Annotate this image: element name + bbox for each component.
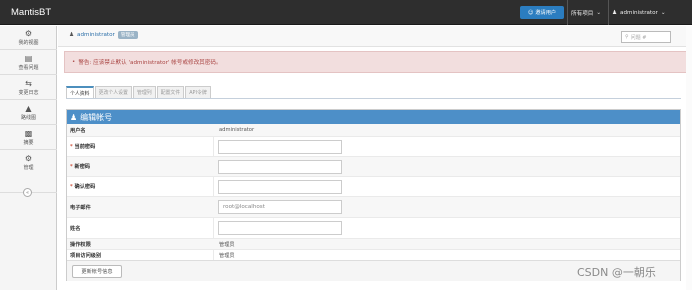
required-marker: *: [70, 144, 73, 150]
dashboard-icon: ⚙: [24, 28, 33, 38]
new-password-field[interactable]: [218, 159, 342, 174]
chevron-left-icon: «: [25, 189, 30, 196]
retweet-icon: ⇆: [25, 78, 32, 88]
tab-profiles[interactable]: 配置文件: [156, 86, 185, 98]
edit-account-form: ♟ 编辑帐号 用户名 administrator * 当前密码 * 新密码 * …: [66, 109, 681, 281]
confirm-password-label-text: 确认密码: [74, 184, 96, 190]
tab-manage-columns[interactable]: 管理列: [132, 86, 156, 98]
sidebar-item-label: 路线图: [20, 114, 36, 121]
current-password-field[interactable]: [218, 139, 342, 154]
form-header: ♟ 编辑帐号: [67, 110, 680, 124]
tab-api-tokens[interactable]: API令牌: [185, 86, 211, 98]
sidebar-item-roadmap[interactable]: ▲ 路线图: [0, 101, 57, 123]
sidebar-divider: [0, 99, 57, 100]
sidebar-item-my-view[interactable]: ⚙ 我的视图: [0, 26, 57, 48]
invite-user-label: 邀请用户: [535, 10, 557, 16]
sidebar-item-manage[interactable]: ⚙ 管理: [0, 151, 57, 173]
watermark: CSDN @一朝乐: [577, 266, 656, 279]
role-badge: 管理员: [117, 31, 138, 39]
sidebar-item-label: 查看问题: [18, 64, 39, 71]
form-row-email: 电子邮件 root@localhost: [67, 197, 680, 217]
sidebar-item-view-issues[interactable]: ▤ 查看问题: [0, 51, 57, 73]
access-level-value: 管理员: [219, 241, 235, 248]
user-menu[interactable]: ♟ administrator ⌄: [612, 0, 666, 25]
current-password-label-text: 当前密码: [74, 144, 96, 150]
chevron-down-icon: ⌄: [660, 9, 666, 16]
top-navbar: MantisBT ☺ 邀请用户 所有项目 ⌄ ♟ administrator ⌄: [0, 0, 692, 25]
form-row-realname: 姓名: [67, 218, 680, 238]
project-selector-label: 所有项目: [571, 10, 594, 17]
breadcrumb-user[interactable]: ♟ administrator 管理员: [69, 31, 138, 39]
search-icon: ⚲: [625, 34, 629, 40]
form-row-project-access-level: 项目访问级别 管理员: [67, 250, 680, 260]
required-marker: *: [70, 164, 73, 170]
realname-label: 姓名: [70, 225, 81, 232]
tabs-underline: [66, 98, 681, 99]
confirm-password-label: * 确认密码: [70, 183, 95, 190]
user-icon: ♟: [69, 32, 75, 38]
brand-logo[interactable]: MantisBT: [11, 7, 51, 18]
new-password-label-text: 新密码: [74, 164, 91, 170]
navbar-divider: [567, 0, 568, 25]
email-label: 电子邮件: [70, 204, 91, 211]
bullet-icon: •: [72, 59, 76, 65]
sidebar-item-summary[interactable]: ▩ 摘要: [0, 126, 57, 148]
sidebar-collapse-button[interactable]: «: [23, 188, 32, 197]
user-menu-label: administrator: [620, 9, 658, 16]
search-placeholder: 问题 #: [630, 34, 647, 41]
email-field[interactable]: root@localhost: [218, 200, 342, 214]
current-password-label: * 当前密码: [70, 143, 95, 150]
chevron-down-icon: ⌄: [596, 9, 602, 16]
invite-user-button[interactable]: ☺ 邀请用户: [520, 6, 564, 19]
project-access-level-label: 项目访问级别: [70, 252, 102, 259]
required-marker: *: [70, 184, 73, 190]
breadcrumb: ♟ administrator 管理员 ⚲ 问题 #: [58, 26, 692, 47]
form-title: 编辑帐号: [80, 112, 113, 122]
tab-preferences[interactable]: 更改个人设置: [94, 86, 132, 98]
project-selector[interactable]: 所有项目 ⌄: [571, 0, 601, 25]
form-row-confirm-password: * 确认密码: [67, 177, 680, 196]
warning-alert: • 警告: 应该禁止默认 'administrator' 帐号或修改其密码。: [64, 51, 692, 73]
form-row-new-password: * 新密码: [67, 157, 680, 176]
sidebar-divider: [0, 49, 57, 50]
sidebar-divider: [0, 124, 57, 125]
username-label: 用户名: [70, 127, 86, 134]
confirm-password-field[interactable]: [218, 179, 342, 194]
sidebar-item-label: 我的视图: [18, 39, 39, 46]
sidebar-divider: [0, 149, 57, 150]
tab-profile[interactable]: 个人资料: [66, 86, 94, 98]
sidebar-item-label: 变更日志: [18, 89, 39, 96]
warning-text: 警告: 应该禁止默认 'administrator' 帐号或修改其密码。: [78, 60, 222, 66]
access-level-label: 操作权限: [70, 241, 91, 248]
account-tabs: 个人资料 更改个人设置 管理列 配置文件 API令牌: [66, 86, 212, 98]
form-row-username: 用户名 administrator: [67, 124, 680, 136]
road-icon: ▲: [25, 103, 32, 113]
form-row-access-level: 操作权限 管理员: [67, 239, 680, 249]
user-icon: ♟: [612, 9, 618, 16]
navbar-divider: [608, 0, 609, 25]
issue-search-input[interactable]: ⚲ 问题 #: [621, 31, 671, 43]
user-icon: ♟: [70, 112, 78, 122]
update-account-button[interactable]: 更新帐号信息: [72, 265, 122, 278]
user-plus-icon: ☺: [527, 9, 534, 16]
gears-icon: ⚙: [24, 153, 33, 163]
sidebar-item-label: 管理: [23, 164, 34, 171]
new-password-label: * 新密码: [70, 163, 90, 170]
sidebar-item-changelog[interactable]: ⇆ 变更日志: [0, 76, 57, 98]
sidebar: ⚙ 我的视图 ▤ 查看问题 ⇆ 变更日志 ▲ 路线图 ▩ 摘要 ⚙ 管理 «: [0, 26, 57, 290]
sidebar-divider: [0, 74, 57, 75]
bar-chart-icon: ▩: [24, 128, 33, 138]
realname-field[interactable]: [218, 221, 342, 235]
sidebar-item-label: 摘要: [23, 139, 34, 146]
list-icon: ▤: [24, 53, 33, 63]
scrollbar-track[interactable]: [686, 26, 692, 290]
breadcrumb-username: administrator: [77, 32, 115, 38]
project-access-level-value: 管理员: [219, 252, 235, 259]
form-row-current-password: * 当前密码: [67, 137, 680, 156]
username-value: administrator: [219, 127, 255, 133]
